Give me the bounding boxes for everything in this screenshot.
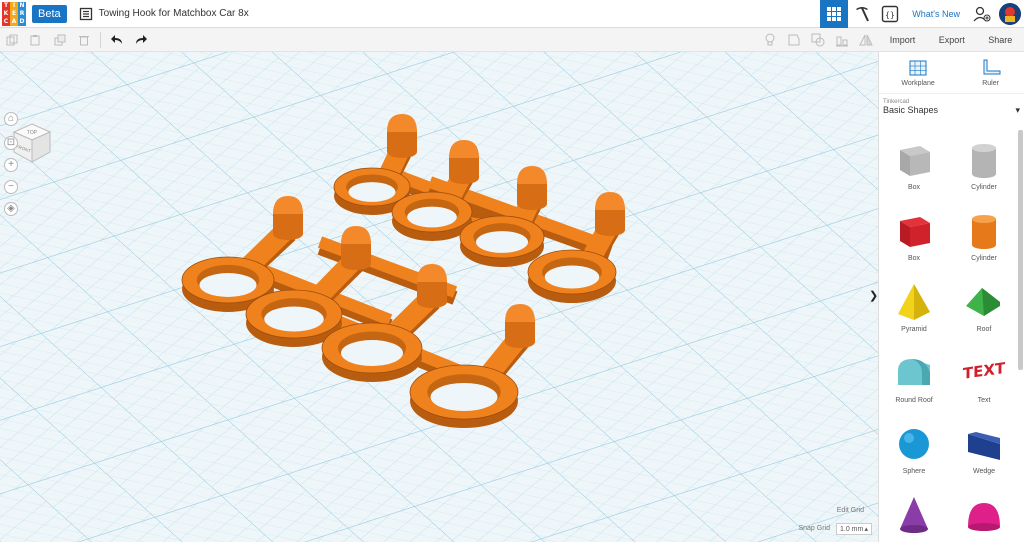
sphere-icon — [899, 429, 929, 459]
design-list-icon[interactable] — [79, 7, 93, 21]
shape-note-icon[interactable] — [782, 28, 806, 52]
edit-toolbar — [0, 28, 878, 52]
text-icon: TEXT — [963, 359, 1006, 383]
3d-workspace[interactable]: TOP FRONT ⌂ ⊡ + − ◈ Edit Grid Snap Grid … — [0, 52, 878, 542]
logo-tile: A — [10, 17, 18, 26]
shape-tile[interactable]: Round Roof — [879, 347, 949, 418]
wedge-icon — [968, 432, 1000, 460]
home-view-icon[interactable]: ⌂ — [4, 112, 18, 126]
shape-tile[interactable]: Box — [879, 205, 949, 276]
shapes-panel: Workplane Ruler Tinkercad Basic Shapes ▾… — [878, 52, 1024, 542]
shape-label: Pyramid — [901, 326, 927, 333]
top-bar: TINKERCAD Beta Towing Hook for Matchbox … — [0, 0, 1024, 28]
action-buttons: Import Export Share — [878, 28, 1024, 52]
align-icon[interactable] — [830, 28, 854, 52]
shape-tile[interactable]: Cylinder — [949, 134, 1019, 205]
box-hole-icon — [900, 146, 930, 176]
logo-tile: T — [2, 1, 10, 10]
zoom-in-icon[interactable]: + — [4, 158, 18, 172]
export-button[interactable]: Export — [935, 32, 969, 48]
cone-icon — [900, 497, 928, 533]
caret-up-icon: ▴ — [864, 526, 868, 533]
logo-tile: K — [2, 9, 10, 18]
shape-tile[interactable] — [949, 489, 1019, 542]
shape-tile[interactable]: TEXT Text — [949, 347, 1019, 418]
shape-label: Box — [907, 255, 921, 262]
tinkercad-logo[interactable]: TINKERCAD — [2, 1, 26, 26]
ruler-tool[interactable]: Ruler — [980, 58, 1002, 93]
roof-icon — [966, 288, 1000, 316]
shape-label: Cylinder — [971, 255, 997, 262]
shape-tile[interactable]: Pyramid — [879, 276, 949, 347]
workplane-scene[interactable] — [0, 52, 878, 542]
shape-label: Roof — [976, 326, 992, 333]
cylinder-hole-icon — [972, 144, 996, 178]
group-icon[interactable] — [806, 28, 830, 52]
zoom-out-icon[interactable]: − — [4, 180, 18, 194]
svg-text:TEXT: TEXT — [963, 359, 1006, 383]
pyramid-icon — [898, 284, 930, 320]
workplane-icon — [909, 60, 927, 76]
chevron-down-icon: ▾ — [1015, 105, 1020, 115]
shape-library-select[interactable]: Tinkercad Basic Shapes ▾ — [879, 94, 1024, 116]
logo-tile: I — [10, 1, 18, 10]
light-bulb-icon[interactable] — [758, 28, 782, 52]
logo-tile: D — [18, 17, 26, 26]
half-sphere-icon — [968, 503, 1000, 531]
snap-grid-select[interactable]: 1.0 mm ▴ — [836, 523, 872, 535]
undo-icon[interactable] — [105, 28, 129, 52]
shape-label: Box — [907, 184, 921, 191]
shape-label: Sphere — [902, 468, 926, 475]
logo-tile: C — [2, 17, 10, 26]
panel-scrollbar[interactable] — [1018, 130, 1023, 370]
add-user-icon[interactable] — [968, 0, 996, 28]
pickaxe-icon[interactable] — [848, 0, 876, 28]
codeblocks-icon[interactable]: {} — [876, 0, 904, 28]
svg-text:{}: {} — [885, 11, 895, 20]
workplane-label: Workplane — [901, 80, 935, 87]
whats-new-link[interactable]: What's New — [904, 9, 968, 19]
library-name: Basic Shapes — [883, 105, 939, 115]
shape-label: Round Roof — [895, 397, 933, 404]
paste-icon[interactable] — [24, 28, 48, 52]
shape-label: Text — [977, 397, 991, 404]
perspective-icon[interactable]: ◈ — [4, 202, 18, 216]
logo-tile: R — [18, 9, 26, 18]
shape-tile[interactable]: Box — [879, 134, 949, 205]
redo-icon[interactable] — [129, 28, 153, 52]
round-roof-icon — [898, 359, 930, 385]
logo-tile: E — [10, 9, 18, 18]
copy-icon[interactable] — [0, 28, 24, 52]
cylinder-icon — [972, 215, 996, 249]
shape-tile[interactable]: Sphere — [879, 418, 949, 489]
logo-tile: N — [18, 1, 26, 10]
duplicate-icon[interactable] — [48, 28, 72, 52]
import-button[interactable]: Import — [886, 32, 920, 48]
workplane-tool[interactable]: Workplane — [901, 58, 935, 93]
snap-grid-label: Snap Grid — [798, 525, 830, 532]
design-title[interactable]: Towing Hook for Matchbox Car 8x — [99, 8, 249, 19]
share-button[interactable]: Share — [984, 32, 1016, 48]
shape-label: Wedge — [972, 468, 996, 475]
box-icon — [900, 217, 930, 247]
beta-badge: Beta — [32, 4, 67, 23]
tinkercad-editor: TINKERCAD Beta Towing Hook for Matchbox … — [0, 0, 1024, 542]
shape-label: Cylinder — [971, 184, 997, 191]
snap-grid-value: 1.0 mm — [840, 525, 864, 533]
ruler-label: Ruler — [982, 80, 999, 87]
user-avatar[interactable] — [999, 3, 1021, 25]
shape-tile[interactable]: Wedge — [949, 418, 1019, 489]
ruler-icon — [983, 59, 1001, 75]
shape-tile[interactable]: Cylinder — [949, 205, 1019, 276]
shape-tile[interactable]: Roof — [949, 276, 1019, 347]
grid-view-icon[interactable] — [820, 0, 849, 28]
edit-grid-button[interactable]: Edit Grid — [837, 507, 864, 514]
shape-grid: Box Cylinder Box Cylinder Pyramid Roof Round R… — [879, 134, 1019, 542]
fit-view-icon[interactable]: ⊡ — [4, 136, 18, 150]
mirror-icon[interactable] — [854, 28, 878, 52]
viewcube-top-label: TOP — [27, 130, 38, 136]
shape-tile[interactable] — [879, 489, 949, 542]
delete-icon[interactable] — [72, 28, 96, 52]
toolbar-divider — [100, 31, 101, 48]
